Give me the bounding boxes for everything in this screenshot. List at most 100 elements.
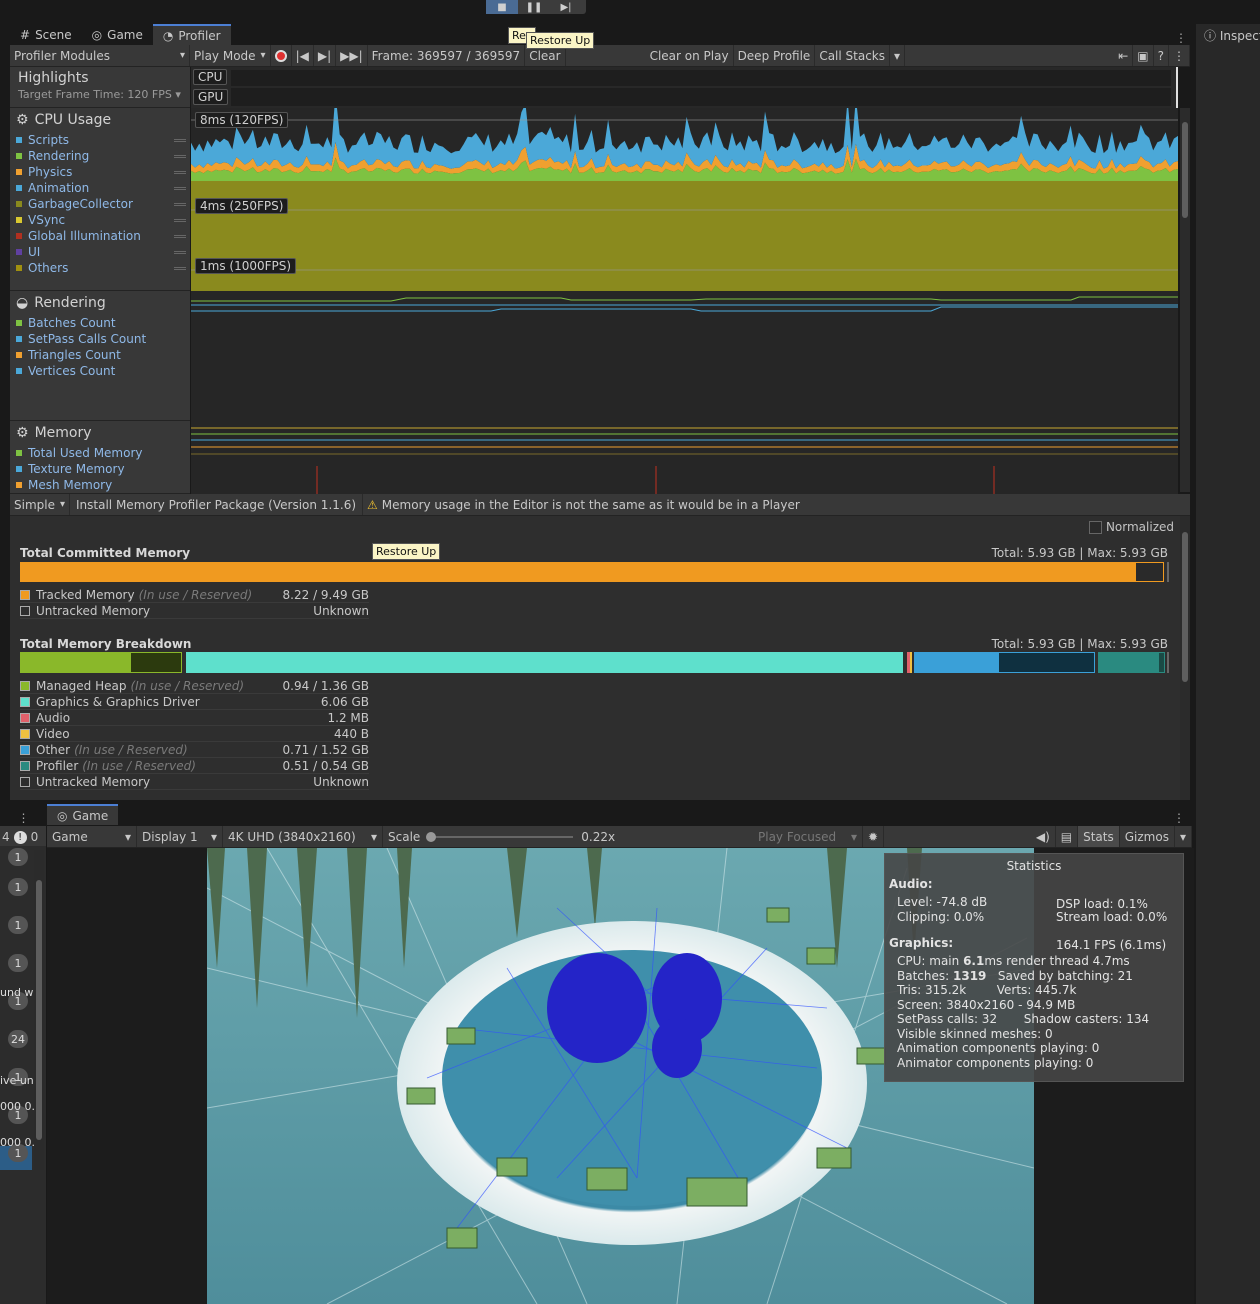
resolution-dropdown[interactable]: 4K UHD (3840x2160) ▾ bbox=[223, 826, 383, 847]
view-mode-dropdown[interactable]: Simple bbox=[10, 494, 71, 515]
legend-swatch bbox=[16, 368, 22, 374]
game-view-dropdown[interactable]: Game ▾ bbox=[47, 826, 137, 847]
resolution-label: 4K UHD (3840x2160) bbox=[228, 829, 356, 844]
bug-icon[interactable]: ✹ bbox=[863, 826, 885, 847]
load-icon[interactable]: ⇤ bbox=[1114, 45, 1134, 66]
memory-detail-panel: Normalized Total Committed Memory Total:… bbox=[10, 516, 1180, 800]
rendering-module[interactable]: ◒ Rendering Batches Count SetPass Calls Co… bbox=[10, 291, 190, 421]
call-stacks-dropdown[interactable]: ▾ bbox=[890, 45, 906, 66]
normalized-toggle[interactable]: Normalized bbox=[1088, 520, 1174, 534]
cpu-legend-item[interactable]: Others bbox=[10, 260, 190, 276]
rendering-chart-svg bbox=[191, 296, 1181, 312]
tab-inspector[interactable]: ⓘ Inspect bbox=[1196, 24, 1260, 47]
left-scroll-thumb[interactable] bbox=[36, 880, 42, 1140]
save-icon[interactable]: ▣ bbox=[1133, 45, 1154, 66]
gizmos-dropdown[interactable]: ▾ bbox=[1175, 826, 1192, 847]
count-badge: 1 bbox=[8, 878, 28, 896]
scale-handle[interactable] bbox=[426, 831, 437, 842]
legend-swatch bbox=[16, 249, 22, 255]
list-snippet: und wi bbox=[0, 986, 34, 999]
tab-scene[interactable]: # Scene bbox=[10, 24, 82, 45]
cpu-module[interactable]: ⚙ CPU Usage Scripts Rendering Physics Animat… bbox=[10, 108, 190, 291]
last-frame-icon: ▶▶| bbox=[340, 48, 363, 63]
install-memory-profiler-button[interactable]: Install Memory Profiler Package (Version… bbox=[70, 494, 364, 515]
memory-scroll-thumb[interactable] bbox=[1182, 532, 1188, 682]
rendering-chart[interactable] bbox=[191, 291, 1181, 421]
mute-audio-icon[interactable]: ◀) bbox=[1031, 826, 1056, 847]
clear-on-play-toggle[interactable]: Clear on Play bbox=[646, 45, 734, 66]
left-scrollbar[interactable] bbox=[34, 850, 44, 1170]
gizmos-button[interactable]: Gizmos bbox=[1120, 826, 1175, 847]
tab-game-bottom[interactable]: ◎ Game bbox=[47, 804, 119, 825]
more-icon[interactable]: ⋮ bbox=[1169, 45, 1190, 66]
drag-handle-icon[interactable] bbox=[174, 203, 186, 206]
memory-scrollbar[interactable] bbox=[1180, 516, 1190, 800]
gpu-highlight-label: GPU bbox=[193, 89, 229, 105]
cpu-legend-item[interactable]: Rendering bbox=[10, 148, 190, 164]
first-frame-button[interactable]: |◀ bbox=[292, 45, 314, 66]
module-scroll-thumb[interactable] bbox=[1182, 122, 1188, 218]
memory-legend-item[interactable]: Texture Memory bbox=[10, 461, 190, 477]
highlights-chart[interactable]: CPU GPU bbox=[191, 67, 1178, 108]
cpu-legend-item[interactable]: UI bbox=[10, 244, 190, 260]
row-value: 0.94 / 1.36 GB bbox=[282, 678, 369, 693]
memory-legend-item[interactable]: Total Used Memory bbox=[10, 445, 190, 461]
rendering-legend: Batches Count SetPass Calls Count Triangle… bbox=[10, 315, 190, 379]
drag-handle-icon[interactable] bbox=[174, 171, 186, 174]
cpu-timing-prefix: CPU: main bbox=[897, 954, 964, 968]
memory-chart[interactable] bbox=[191, 421, 1178, 494]
drag-handle-icon[interactable] bbox=[174, 139, 186, 142]
memory-legend-item[interactable]: Mesh Memory bbox=[10, 477, 190, 493]
tab-game[interactable]: ◎ Game bbox=[82, 24, 153, 45]
rendering-icon: ◒ bbox=[16, 295, 29, 311]
cpu-legend-item[interactable]: VSync bbox=[10, 212, 190, 228]
cpu-legend-item[interactable]: GarbageCollector bbox=[10, 196, 190, 212]
game-tab-menu-icon[interactable]: ⋮ bbox=[1163, 811, 1195, 825]
chevron-down-icon: ▾ bbox=[210, 829, 217, 844]
play-mode-dropdown[interactable]: Play Mode bbox=[190, 45, 271, 66]
pause-button[interactable]: ❚❚ bbox=[518, 0, 550, 14]
cpu-legend-item[interactable]: Global Illumination bbox=[10, 228, 190, 244]
profiler-modules-dropdown[interactable]: Profiler Modules bbox=[10, 45, 190, 66]
drag-handle-icon[interactable] bbox=[174, 267, 186, 270]
tab-profiler[interactable]: ◔ Profiler bbox=[152, 24, 231, 45]
highlights-module[interactable]: Highlights Target Frame Time: 120 FPS ▾ bbox=[10, 67, 190, 108]
legend-swatch bbox=[16, 233, 22, 239]
call-stacks-toggle[interactable]: Call Stacks bbox=[815, 45, 891, 66]
cpu-usage-chart[interactable]: 8ms (120FPS) 4ms (250FPS) 1ms (1000FPS) bbox=[191, 93, 1178, 291]
next-frame-button[interactable]: ▶| bbox=[314, 45, 337, 66]
rendering-legend-item[interactable]: SetPass Calls Count bbox=[10, 331, 190, 347]
cpu-legend-item[interactable]: Physics bbox=[10, 164, 190, 180]
drag-handle-icon[interactable] bbox=[174, 251, 186, 254]
display-dropdown[interactable]: Display 1 ▾ bbox=[137, 826, 223, 847]
rendering-legend-item[interactable]: Batches Count bbox=[10, 315, 190, 331]
keyboard-icon[interactable]: ▤ bbox=[1056, 826, 1079, 847]
scale-value: 0.22x bbox=[581, 829, 616, 844]
play-button[interactable]: ■ bbox=[486, 0, 518, 14]
memory-module[interactable]: ⚙ Memory Total Used Memory Texture Memory M… bbox=[10, 421, 190, 494]
left-panel-menu-icon[interactable]: ⋮ bbox=[0, 811, 47, 825]
stats-button[interactable]: Stats bbox=[1078, 826, 1120, 847]
record-button[interactable] bbox=[271, 45, 292, 66]
drag-handle-icon[interactable] bbox=[174, 235, 186, 238]
cpu-legend-item[interactable]: Scripts bbox=[10, 132, 190, 148]
normalized-checkbox[interactable] bbox=[1088, 520, 1102, 534]
tab-menu-icon[interactable]: ⋮ bbox=[1167, 31, 1195, 45]
step-button[interactable]: ▶| bbox=[550, 0, 582, 14]
last-frame-button[interactable]: ▶▶| bbox=[336, 45, 368, 66]
target-frame-dropdown[interactable]: Target Frame Time: 120 FPS ▾ bbox=[10, 86, 190, 103]
drag-handle-icon[interactable] bbox=[174, 155, 186, 158]
cpu-legend-item[interactable]: Animation bbox=[10, 180, 190, 196]
deep-profile-toggle[interactable]: Deep Profile bbox=[734, 45, 816, 66]
help-icon[interactable]: ? bbox=[1154, 45, 1169, 66]
drag-handle-icon[interactable] bbox=[174, 187, 186, 190]
row-color-swatch bbox=[20, 589, 30, 600]
rendering-legend-item[interactable]: Triangles Count bbox=[10, 347, 190, 363]
drag-handle-icon[interactable] bbox=[174, 219, 186, 222]
scale-label: Scale bbox=[388, 829, 421, 844]
module-scrollbar[interactable] bbox=[1180, 108, 1190, 492]
rendering-legend-item[interactable]: Vertices Count bbox=[10, 363, 190, 379]
play-focused-dropdown[interactable]: Play Focused ▾ bbox=[753, 826, 863, 847]
row-label: Untracked Memory bbox=[36, 774, 151, 789]
scale-slider[interactable]: Scale 0.22x bbox=[383, 826, 753, 847]
